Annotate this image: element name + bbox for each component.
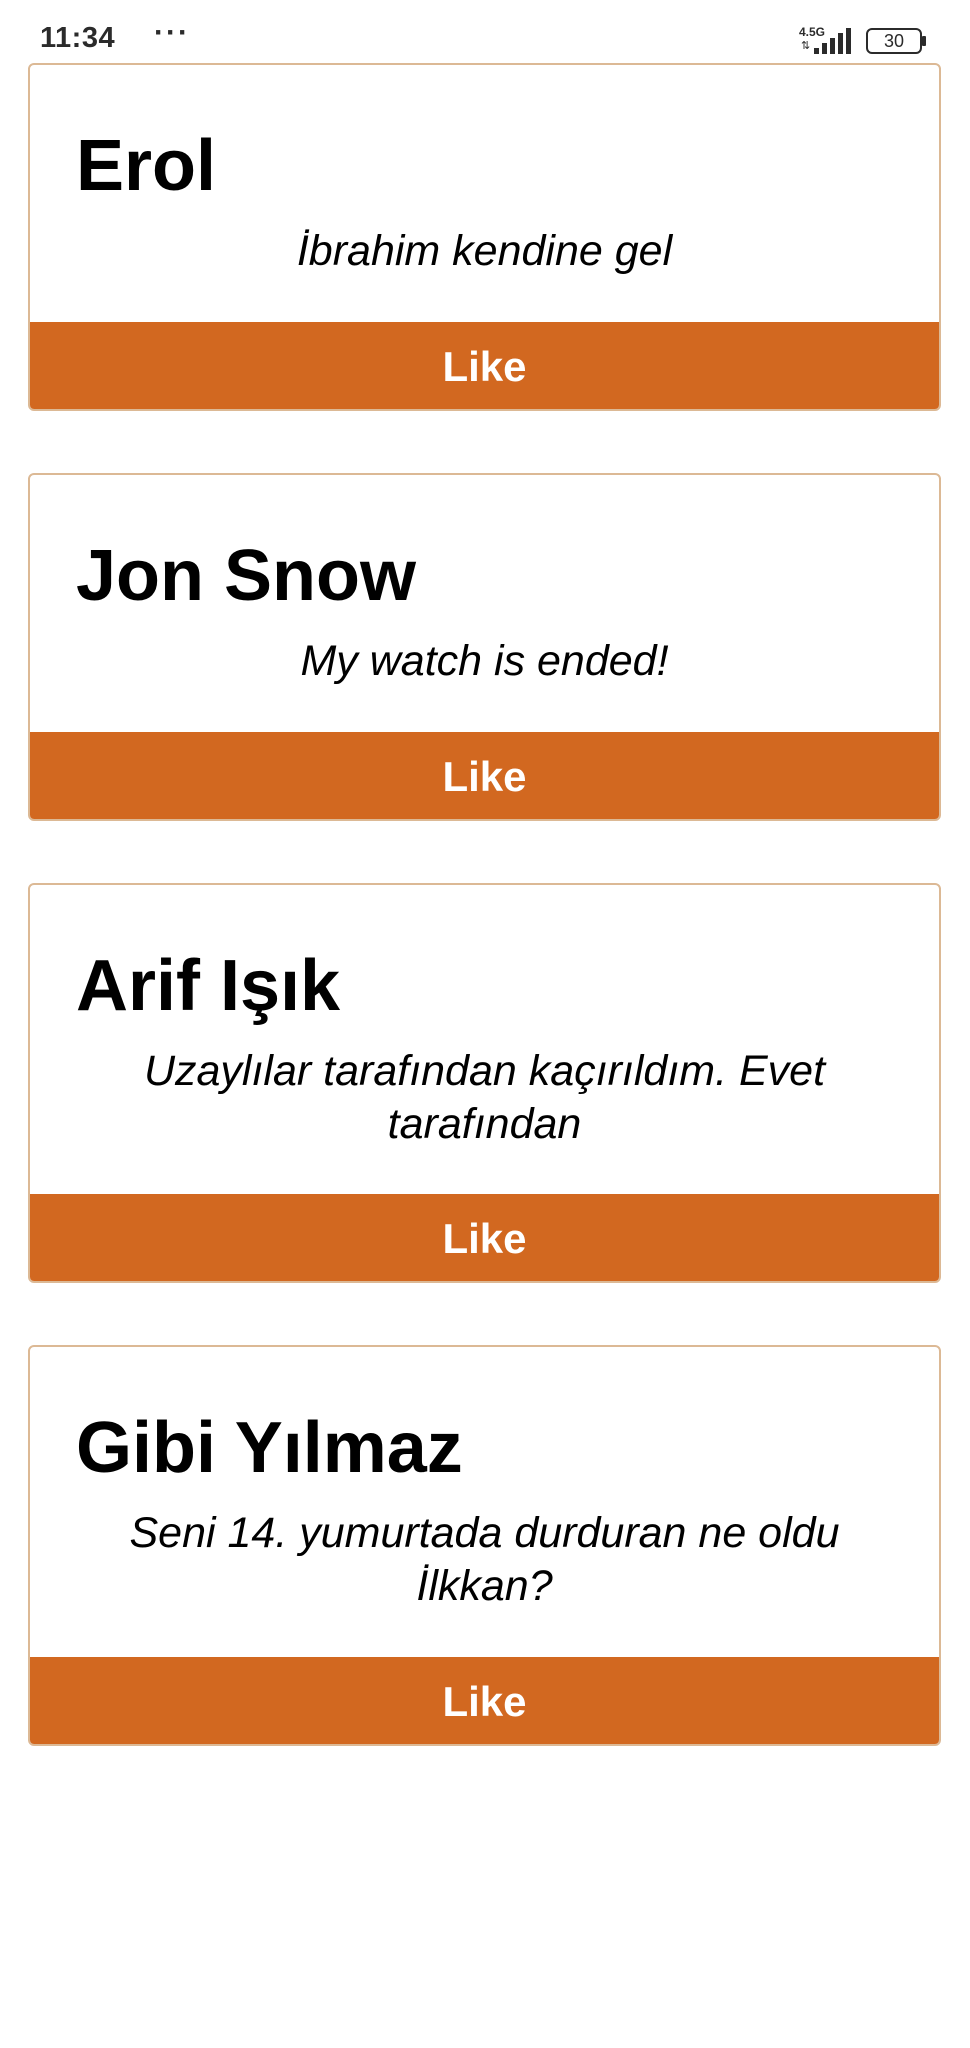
- card-name: Arif Işık: [76, 946, 341, 1026]
- status-bar: 11:34 ··· 4.5G ⇅ 30: [0, 0, 970, 62]
- card-name: Erol: [76, 126, 217, 206]
- battery-icon: 30: [866, 28, 926, 54]
- like-button[interactable]: Like: [30, 1194, 939, 1281]
- card-quote: İbrahim kendine gel: [296, 227, 673, 275]
- quote-card: Jon Snow My watch is ended! Like: [28, 473, 941, 821]
- card-quote: Uzaylılar tarafından kaçırıldım. Evet ta…: [143, 1047, 826, 1148]
- card-name: Jon Snow: [76, 536, 416, 616]
- quote-card: Arif Işık Uzaylılar tarafından kaçırıldı…: [28, 883, 941, 1283]
- battery-tip: [922, 36, 926, 46]
- status-time: 11:34: [40, 22, 116, 54]
- like-button[interactable]: Like: [30, 1657, 939, 1744]
- card-quote: My watch is ended!: [300, 637, 669, 685]
- battery-body: 30: [866, 28, 922, 54]
- card-quote: Seni 14. yumurtada durduran ne oldu İlkk…: [129, 1509, 840, 1610]
- signal-strength-icon: [814, 28, 851, 54]
- like-button[interactable]: Like: [30, 732, 939, 819]
- battery-percent: 30: [883, 31, 905, 51]
- quote-card: Erol İbrahim kendine gel Like: [28, 63, 941, 411]
- more-notifications-icon: ···: [154, 16, 190, 49]
- data-activity-icon: ⇅: [801, 40, 811, 52]
- quote-card: Gibi Yılmaz Seni 14. yumurtada durduran …: [28, 1345, 941, 1746]
- like-button[interactable]: Like: [30, 322, 939, 409]
- card-name: Gibi Yılmaz: [76, 1408, 463, 1488]
